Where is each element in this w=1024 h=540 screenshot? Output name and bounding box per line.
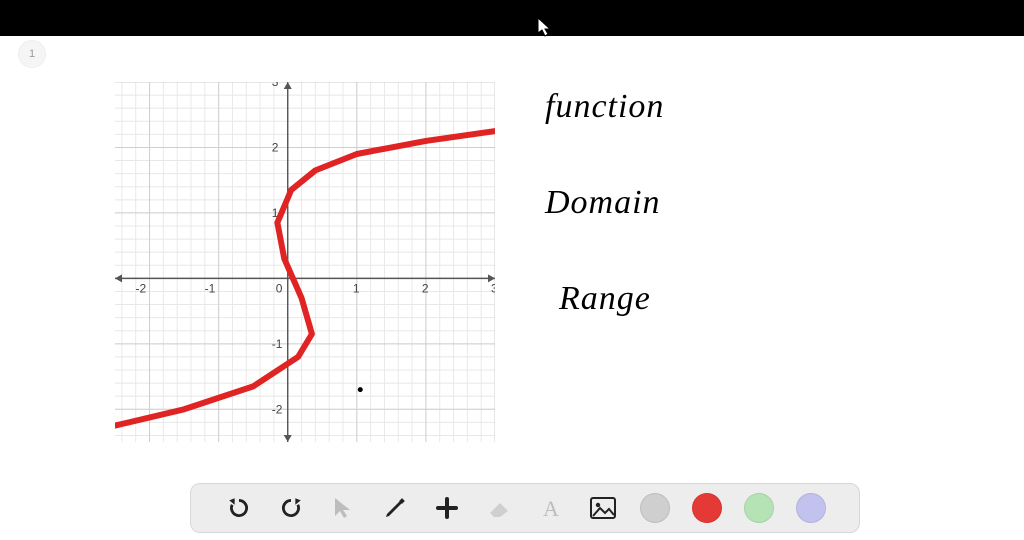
note-range: Range [559,280,664,318]
redo-button[interactable] [276,493,306,523]
svg-text:-2: -2 [272,402,283,416]
text-tool[interactable]: A [536,493,566,523]
pointer-tool[interactable] [328,493,358,523]
color-swatch-purple[interactable] [796,493,826,523]
color-swatch-green[interactable] [744,493,774,523]
window-top-bar [0,0,1024,36]
coordinate-plane: -2-10123-2-1123 [115,82,495,442]
drawing-toolbar: A [190,483,860,533]
color-swatch-gray[interactable] [640,493,670,523]
svg-text:A: A [543,496,559,520]
svg-text:2: 2 [272,140,279,154]
svg-text:2: 2 [422,281,429,295]
note-domain: Domain [545,184,664,222]
svg-text:3: 3 [272,82,279,89]
svg-text:-1: -1 [205,281,216,295]
svg-text:-2: -2 [136,281,147,295]
page-number-badge: 1 [18,40,46,68]
image-tool[interactable] [588,493,618,523]
svg-text:0: 0 [276,281,283,295]
handwritten-notes: function Domain Range [545,88,664,376]
undo-button[interactable] [224,493,254,523]
svg-text:3: 3 [491,281,495,295]
svg-text:1: 1 [353,281,360,295]
note-function: function [545,88,664,126]
eraser-tool[interactable] [484,493,514,523]
color-swatch-red[interactable] [692,493,722,523]
pen-tool[interactable] [380,493,410,523]
add-tool[interactable] [432,493,462,523]
svg-text:-1: -1 [272,337,283,351]
